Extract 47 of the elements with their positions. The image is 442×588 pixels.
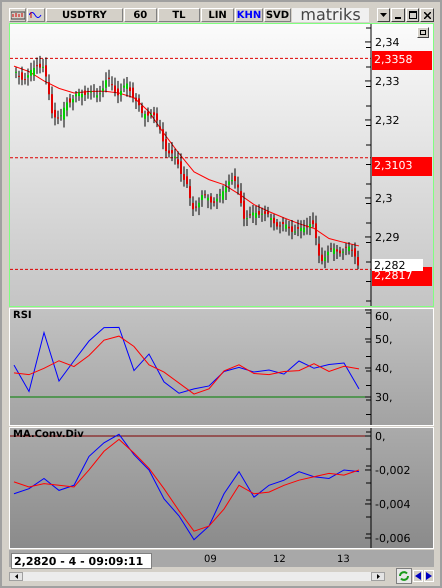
axis-label: 50, xyxy=(375,332,392,346)
wave-icon[interactable] xyxy=(27,8,45,22)
axis-label: 2,29 xyxy=(375,230,400,244)
right-triangle-icon xyxy=(426,572,432,580)
axis-label: 2,32 xyxy=(375,114,400,127)
time-label: 12 xyxy=(273,554,286,565)
scroll-right-button[interactable] xyxy=(371,572,385,580)
left-arrow-button[interactable] xyxy=(413,570,423,582)
close-button[interactable] xyxy=(420,8,434,22)
toolbar-field[interactable]: USDTRY xyxy=(46,8,123,22)
axis-label: 0, xyxy=(375,430,386,443)
toolbar-field[interactable]: KHN xyxy=(234,8,263,22)
axis-label: 60, xyxy=(375,310,392,323)
axis-label: 2,3 xyxy=(375,192,392,205)
restore-icon xyxy=(420,30,426,35)
maximize-button[interactable] xyxy=(406,8,420,22)
left-triangle-icon xyxy=(14,574,18,578)
axis-label: -0,006 xyxy=(375,532,410,545)
time-label: 09 xyxy=(204,554,217,565)
price-tag: 2,3103 xyxy=(372,157,432,176)
status-field: 2,2820 - 4 - 09:09:11 xyxy=(11,553,152,569)
restore-button[interactable] xyxy=(417,27,429,38)
indicator-title: RSI xyxy=(13,310,32,321)
logo: matriks xyxy=(292,8,370,22)
axis-label: -0,004 xyxy=(375,498,410,511)
time-label: 13 xyxy=(337,554,350,565)
scroll-left-button[interactable] xyxy=(9,572,23,580)
right-arrow-button[interactable] xyxy=(424,570,434,582)
right-triangle-icon xyxy=(376,574,380,578)
toolbar-field[interactable]: 60 xyxy=(124,8,157,22)
left-triangle-icon xyxy=(415,572,421,580)
toolbar-field[interactable]: TL xyxy=(158,8,200,22)
axis-label: 2,34 xyxy=(375,36,400,49)
axis-label: 30, xyxy=(375,390,392,404)
maximize-icon xyxy=(408,11,417,19)
axis-label: -0,002 xyxy=(375,464,410,477)
close-icon xyxy=(424,12,431,18)
axis-label: 40, xyxy=(375,362,392,375)
bar-chart-icon[interactable] xyxy=(9,8,26,22)
minimize-button[interactable] xyxy=(391,8,405,22)
caret-icon xyxy=(380,13,388,17)
dropdown-button[interactable] xyxy=(376,8,390,22)
toolbar-field[interactable]: LIN xyxy=(201,8,234,22)
price-tag: 2,3358 xyxy=(372,51,432,70)
axis-label: 2,33 xyxy=(375,74,400,88)
toolbar-field[interactable]: SVD xyxy=(264,8,291,22)
scrollbar[interactable] xyxy=(9,572,385,580)
